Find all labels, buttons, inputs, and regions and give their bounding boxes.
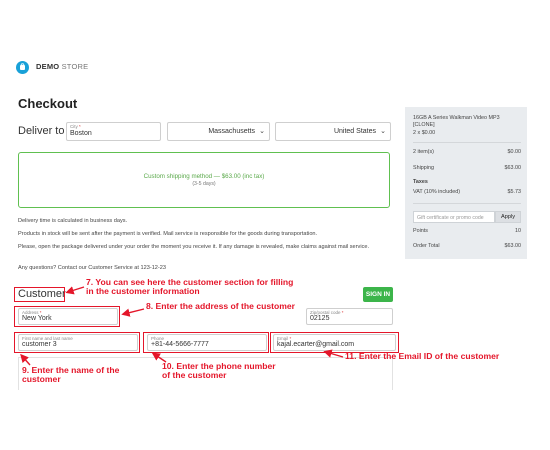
summary-items: 2 item(s) $0.00 (413, 149, 521, 155)
name-highlight (14, 332, 140, 353)
chevron-down-icon: ⌄ (380, 128, 386, 135)
summary-vat: VAT (10% included) $5.73 (413, 189, 521, 195)
delivery-info-2: Products in stock will be sent after the… (18, 231, 318, 237)
chevron-down-icon: ⌄ (259, 128, 265, 135)
zip-field[interactable]: Zip/postal code * 02125 (306, 308, 393, 325)
summary-shipping: Shipping $63.00 (413, 165, 521, 171)
sign-in-button[interactable]: SIGN IN (363, 287, 393, 302)
address-highlight (14, 306, 120, 327)
store-logo-icon[interactable] (16, 61, 29, 74)
city-field[interactable]: City * Boston (66, 122, 161, 141)
state-select[interactable]: Massachusetts ⌄ (167, 122, 270, 141)
page-title: Checkout (18, 96, 78, 111)
shipping-method-option[interactable]: Custom shipping method — $63.00 (inc tax… (18, 152, 390, 208)
email-highlight (270, 332, 399, 353)
deliver-to-label: Deliver to (18, 125, 65, 137)
summary-taxes-label: Taxes (413, 179, 428, 185)
city-value: Boston (70, 130, 92, 137)
delivery-info-1: Delivery time is calculated in business … (18, 218, 128, 224)
annotation-10: 10. Enter the phone number of the custom… (162, 361, 276, 380)
phone-highlight (143, 332, 269, 353)
store-logo-text[interactable]: DEMO STORE (36, 62, 88, 71)
annotation-8-arrow (121, 308, 145, 317)
summary-points: Points 10 (413, 228, 521, 234)
annotation-7-arrow (65, 286, 85, 295)
delivery-info-4: Any questions? Contact our Customer Serv… (18, 265, 167, 271)
gift-code-input[interactable]: Gift certificate or promo code (413, 211, 495, 223)
annotation-11: 11. Enter the Email ID of the customer (345, 351, 500, 361)
delivery-info-3: Please, open the package delivered under… (18, 244, 370, 250)
order-summary: 16GB A Series Walkman Video MP3 [CLONE] … (405, 107, 527, 259)
summary-product-name[interactable]: 16GB A Series Walkman Video MP3 [CLONE] (413, 115, 521, 129)
apply-button[interactable]: Apply (495, 211, 521, 223)
annotation-8: 8. Enter the address of the customer (146, 301, 295, 311)
annotation-9: 9. Enter the name of the customer (22, 365, 120, 384)
zip-value: 02125 (310, 315, 330, 322)
summary-order-total: Order Total $63.00 (413, 243, 521, 249)
customer-heading-highlight (14, 287, 65, 302)
country-select[interactable]: United States ⌄ (275, 122, 391, 141)
shipping-method-label: Custom shipping method — $63.00 (inc tax… (143, 173, 265, 180)
shipping-time: (3-5 days) (192, 181, 216, 187)
summary-product-qty: 2 x $0.00 (413, 130, 436, 136)
annotation-7: 7. You can see here the customer section… (86, 277, 294, 296)
